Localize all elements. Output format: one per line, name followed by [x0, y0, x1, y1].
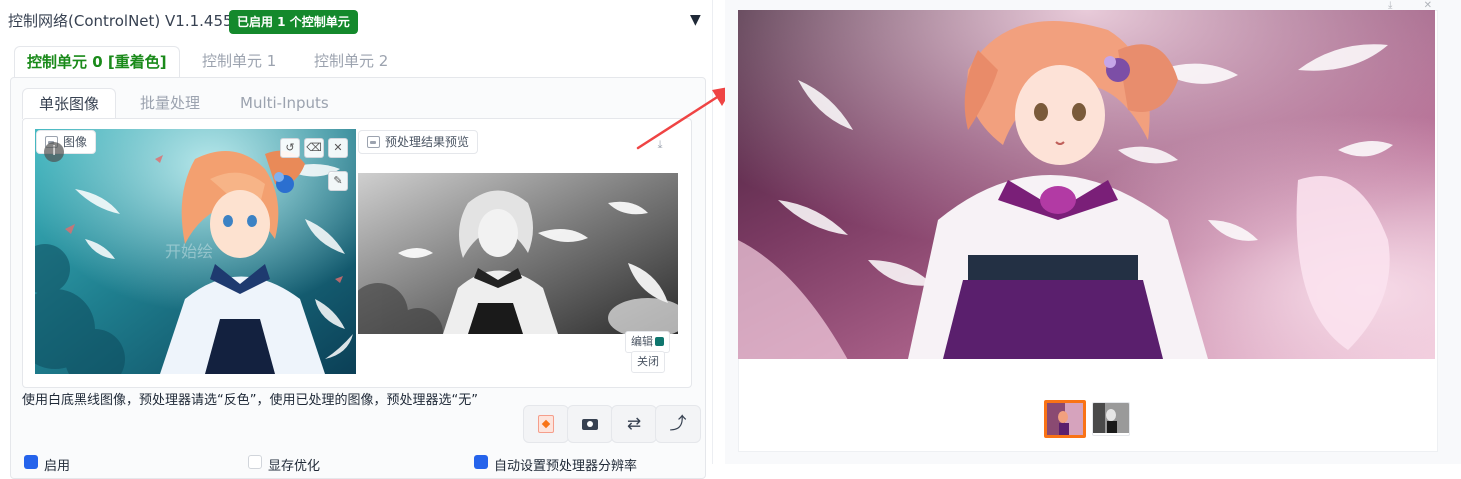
- action-edit-button[interactable]: [523, 405, 569, 443]
- auto-resolution-checkbox[interactable]: 自动设置预处理器分辨率: [474, 455, 637, 474]
- checkbox-checked-icon[interactable]: [474, 455, 488, 469]
- preview-label-text: 预处理结果预览: [385, 135, 470, 149]
- edit-button-label: 编辑: [631, 335, 653, 348]
- preview-image: [358, 173, 678, 334]
- camera-button[interactable]: [567, 405, 613, 443]
- close-icon[interactable]: ✕: [328, 138, 348, 158]
- eraser-icon[interactable]: ⌫: [304, 138, 324, 158]
- tab-multi-inputs[interactable]: Multi-Inputs: [240, 88, 329, 118]
- tab-unit-1[interactable]: 控制单元 1: [202, 46, 276, 76]
- edit-button[interactable]: 编辑: [625, 331, 670, 353]
- enable-checkbox[interactable]: 启用: [24, 455, 70, 474]
- preview-label: 预处理结果预览: [358, 130, 479, 154]
- tab-unit-2[interactable]: 控制单元 2: [314, 46, 388, 76]
- image-watermark: 开始绘: [165, 242, 213, 261]
- image-icon: [367, 136, 380, 148]
- swap-button[interactable]: ⇄: [611, 405, 657, 443]
- arrow-up-right-icon: ⤴: [669, 414, 687, 434]
- collapse-triangle-icon[interactable]: ▼: [690, 12, 701, 28]
- output-image[interactable]: [738, 10, 1435, 359]
- input-image-label-text: 图像: [63, 135, 88, 149]
- controlnet-title: 控制网络(ControlNet) V1.1.455: [8, 12, 233, 30]
- undo-icon[interactable]: ↺: [280, 138, 300, 158]
- thumbnail-preprocess[interactable]: [1092, 402, 1130, 436]
- edit-icon: [655, 337, 664, 346]
- tab-single-image[interactable]: 单张图像: [22, 88, 117, 119]
- camera-icon: [582, 418, 598, 430]
- grayscale-preview-thumbnail: [1093, 403, 1129, 433]
- input-image-canvas[interactable]: 开始绘: [35, 129, 356, 374]
- usage-hint: 使用白底黑线图像，预处理器请选“反色”，使用已处理的图像，预处理器选“无”: [22, 393, 478, 408]
- tab-batch[interactable]: 批量处理: [140, 88, 200, 118]
- color-output-thumbnail: [1047, 403, 1083, 435]
- checkbox-unchecked-icon[interactable]: [248, 455, 262, 469]
- red-arrow-annotation: [636, 86, 734, 150]
- tab-unit-0[interactable]: 控制单元 0 [重着色]: [14, 46, 180, 77]
- info-icon[interactable]: i: [44, 142, 64, 162]
- checkbox-checked-icon[interactable]: [24, 455, 38, 469]
- swap-icon: ⇄: [626, 414, 642, 434]
- lowvram-checkbox[interactable]: 显存优化: [248, 455, 320, 474]
- lowvram-label: 显存优化: [268, 459, 321, 474]
- preprocess-preview: [358, 173, 678, 334]
- enable-label: 启用: [44, 459, 71, 474]
- generated-image: [738, 10, 1435, 359]
- input-image: 开始绘: [35, 129, 356, 374]
- brush-icon[interactable]: ✎: [328, 171, 348, 191]
- close-preview-button[interactable]: 关闭: [631, 351, 665, 373]
- auto-resolution-label: 自动设置预处理器分辨率: [494, 459, 638, 474]
- enabled-units-badge: 已启用 1 个控制单元: [229, 10, 358, 34]
- send-up-button[interactable]: ⤴: [655, 405, 701, 443]
- thumbnail-output[interactable]: [1044, 400, 1086, 438]
- edit-icon: [538, 415, 554, 433]
